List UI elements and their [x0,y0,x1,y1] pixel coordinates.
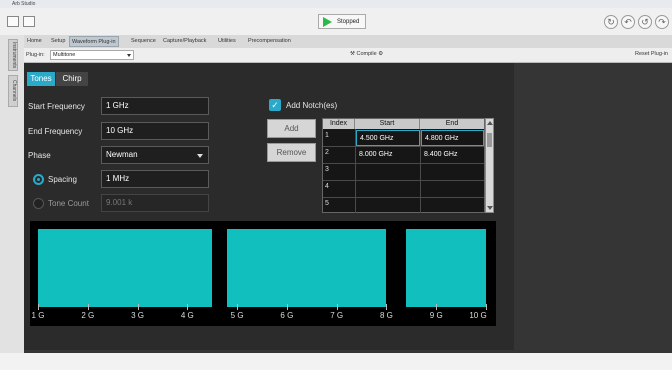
start-frequency-input[interactable]: 1 GHz [101,97,209,115]
start-frequency-label: Start Frequency [28,102,85,111]
chevron-down-icon [127,54,131,57]
plugin-bar: Plug-in: Multitone ⚒ Compile ⚙ Reset Plu… [24,48,672,63]
x-axis-tick-label: 10 G [469,311,487,320]
column-header-start: Start [355,119,420,129]
side-tab-channels[interactable]: Channels [8,75,18,107]
x-axis-tick [137,304,139,310]
tone-band [227,229,387,307]
plugin-select[interactable]: Multitone [50,50,134,60]
x-axis-tick-label: 4 G [180,311,194,320]
scroll-thumb[interactable] [487,133,492,147]
tone-count-radio[interactable] [33,198,44,209]
x-axis-tick-label: 3 G [131,311,144,320]
x-axis-tick [486,304,487,310]
end-frequency-label: End Frequency [28,127,83,136]
row-divider [323,197,484,198]
tone-count-input: 9.001 k [101,194,209,212]
tone-count-label: Tone Count [48,199,89,208]
redo-icon[interactable]: ↷ [655,15,669,29]
add-notch-checkbox[interactable]: ✓ [269,99,281,111]
refresh-icon[interactable]: ↻ [604,15,618,29]
tone-band [406,229,486,307]
ribbon-tabs: Home Setup Waveform Plug-in Sequence Cap… [24,35,672,48]
remove-notch-button[interactable]: Remove [267,143,316,162]
reset-plugin-button[interactable]: Reset Plug-in [635,50,668,59]
compile-button[interactable]: ⚒ Compile ⚙ [350,50,383,59]
undo-icon[interactable]: ↶ [621,15,635,29]
x-axis-tick [87,304,89,310]
tab-tones[interactable]: Tones [27,72,55,86]
row-index: 1 [325,132,329,139]
notch-end-cell[interactable]: 8.400 GHz [421,147,484,163]
tab-chirp[interactable]: Chirp [56,72,88,86]
reset-icon[interactable]: ↺ [638,15,652,29]
tab-waveform-plugin[interactable]: Waveform Plug-in [69,36,119,47]
notch-end-cell[interactable]: 4.800 GHz [421,130,484,146]
x-axis-tick-label: 8 G [379,311,393,320]
save-file-icon[interactable] [23,16,35,27]
compile-label: Compile [356,51,377,57]
x-axis-tick [436,304,438,310]
play-icon [323,17,332,27]
phase-label: Phase [28,151,51,160]
tone-spectrum-preview: 1 G 2 G 3 G 4 G 5 G 6 G 7 G 8 G 9 G 10 G [30,221,496,326]
tab-capture-playback[interactable]: Capture/Playback [161,36,208,47]
plugin-label: Plug-in: [26,52,45,58]
spacing-radio[interactable] [33,174,44,185]
spacing-label: Spacing [48,175,77,184]
x-axis-tick [38,304,39,310]
run-status: Stopped [337,19,360,25]
notch-table: Index Start End 1 4.500 GHz 4.800 GHz 2 … [322,118,485,213]
new-file-icon[interactable] [7,16,19,27]
x-axis-tick [336,304,338,310]
side-tab-instruments[interactable]: Instruments [8,39,18,71]
x-axis-tick [237,304,239,310]
end-frequency-input[interactable]: 10 GHz [101,122,209,140]
column-header-end: End [420,119,484,129]
tab-sequence[interactable]: Sequence [129,36,158,47]
x-axis-tick-label: 7 G [330,311,344,320]
tab-utilities[interactable]: Utilities [216,36,238,47]
left-sidebar: Instruments Channels [0,35,24,353]
notch-start-cell[interactable]: 8.000 GHz [356,147,420,163]
window-title: Arb Studio [12,1,36,7]
tab-setup[interactable]: Setup [49,36,67,47]
x-axis-tick-label: 2 G [81,311,95,320]
x-axis-tick-label: 5 G [230,311,244,320]
title-bar: Arb Studio [0,0,672,8]
run-button[interactable]: Stopped [318,14,366,29]
tab-precompensation[interactable]: Precompensation [246,36,293,47]
x-axis-tick [187,304,189,310]
compile-icon: ⚒ [350,51,355,57]
scroll-up-icon[interactable] [487,121,493,125]
row-divider [323,163,484,164]
add-notch-button[interactable]: Add [267,119,316,138]
main-toolbar: Stopped ↻ ↶ ↺ ↷ [0,8,672,36]
row-index: 2 [325,149,329,156]
scroll-down-icon[interactable] [487,206,493,210]
tone-band [38,229,213,307]
row-divider [323,180,484,181]
x-axis-tick-label: 1 G [31,311,45,320]
spacing-input[interactable]: 1 MHz [101,170,209,188]
notch-table-scrollbar[interactable] [485,118,494,213]
status-bar [0,353,672,370]
row-index: 5 [325,200,329,207]
add-notch-label: Add Notch(es) [286,101,338,110]
row-index: 3 [325,166,329,173]
phase-select[interactable]: Newman [101,146,209,164]
x-axis-tick-label: 6 G [280,311,294,320]
chevron-down-icon [197,154,203,158]
phase-select-value: Newman [106,150,138,159]
help-icon[interactable]: ⚙ [378,51,383,57]
row-index: 4 [325,183,329,190]
x-axis-tick-label: 9 G [429,311,443,320]
x-axis-tick [386,304,388,310]
column-header-index: Index [323,119,355,129]
tab-home[interactable]: Home [25,36,44,47]
notch-start-cell[interactable]: 4.500 GHz [356,130,420,146]
x-axis-tick [286,304,288,310]
plugin-select-value: Multitone [53,52,76,58]
